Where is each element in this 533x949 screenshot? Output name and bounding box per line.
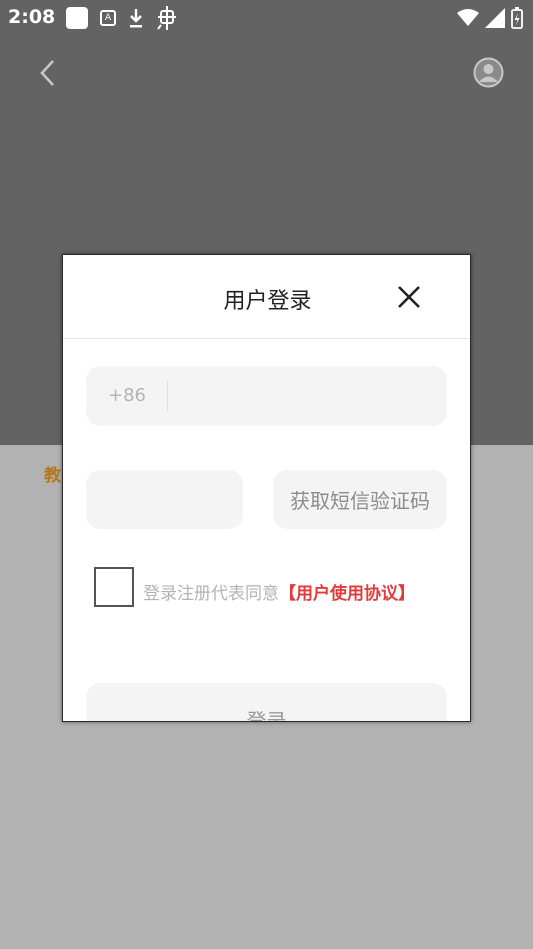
phone-input[interactable] (178, 366, 442, 428)
bug-icon (157, 6, 176, 30)
signal-icon (485, 8, 505, 28)
status-time: 2:08 (8, 6, 56, 28)
status-bar: 2:08 A (0, 0, 533, 36)
back-arrow-icon[interactable] (38, 58, 56, 86)
background-text: 教 (44, 466, 61, 486)
app-notification-icon (66, 7, 88, 29)
country-code[interactable]: +86 (108, 385, 146, 406)
download-icon (130, 9, 142, 28)
phone-field: +86 (86, 366, 447, 428)
system-icons (457, 7, 523, 29)
notification-icons: A (66, 6, 178, 30)
account-circle-icon[interactable] (473, 57, 504, 88)
user-agreement-link[interactable]: 【用户使用协议】 (279, 584, 415, 604)
agreement-text: 登录注册代表同意【用户使用协议】 (143, 579, 415, 604)
wifi-icon (457, 9, 479, 26)
login-dialog: 用户登录 +86 获取短信验证码 登录注册代表同意【用户使用协议】 登录 (62, 254, 471, 722)
agreement-label: 登录注册代表同意 (143, 584, 279, 604)
dialog-header: 用户登录 (63, 255, 470, 339)
close-icon[interactable] (397, 285, 421, 309)
get-sms-code-button[interactable]: 获取短信验证码 (273, 470, 447, 529)
login-button[interactable]: 登录 (86, 683, 447, 721)
divider (167, 381, 168, 411)
sms-code-input[interactable] (86, 470, 243, 529)
agreement-checkbox[interactable] (94, 567, 134, 607)
a-notification-icon: A (100, 10, 116, 26)
battery-icon (511, 7, 523, 29)
